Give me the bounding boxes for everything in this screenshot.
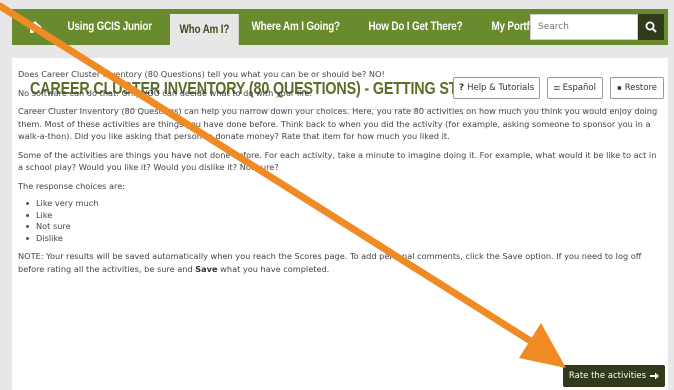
top-nav: Using GCIS Junior Who Am I? Where Am I G… bbox=[12, 9, 668, 45]
paragraph: No software can do that. Only YOU can de… bbox=[18, 87, 312, 98]
home-icon bbox=[28, 21, 42, 33]
list-item: Dislike bbox=[26, 233, 658, 245]
instructions-text: Does Career Cluster Inventory (80 Questi… bbox=[18, 68, 658, 281]
nav-where-am-i-going[interactable]: Where Am I Going? bbox=[242, 9, 349, 45]
bullet-icon bbox=[26, 213, 29, 217]
rate-activities-button[interactable]: Rate the activities bbox=[563, 365, 665, 387]
search-input[interactable] bbox=[530, 14, 638, 40]
search-box bbox=[530, 14, 664, 40]
paragraph: Does Career Cluster Inventory (80 Questi… bbox=[18, 69, 385, 79]
nav-using-gcis-junior[interactable]: Using GCIS Junior bbox=[58, 9, 161, 45]
list-item: Like very much bbox=[26, 198, 658, 210]
choice-label: Dislike bbox=[36, 232, 63, 243]
choice-label: Like very much bbox=[36, 198, 99, 208]
note-paragraph: NOTE: Your results will be saved automat… bbox=[18, 250, 658, 275]
nav-how-do-i-get-there[interactable]: How Do I Get There? bbox=[359, 9, 472, 45]
note-text: NOTE: Your results will be saved automat… bbox=[18, 251, 642, 274]
search-icon bbox=[645, 21, 657, 33]
bullet-icon bbox=[26, 225, 29, 229]
list-item: Not sure bbox=[26, 221, 658, 233]
note-save-emphasis: Save bbox=[195, 263, 218, 274]
nav-who-am-i[interactable]: Who Am I? bbox=[170, 14, 239, 45]
choice-label: Like bbox=[36, 209, 53, 220]
choice-label: Not sure bbox=[36, 221, 71, 231]
paragraph: Some of the activities are things you ha… bbox=[18, 149, 657, 173]
home-button[interactable] bbox=[12, 9, 58, 45]
note-text-end: what you have completed. bbox=[217, 263, 330, 274]
paragraph: The response choices are: bbox=[18, 180, 126, 191]
bullet-icon bbox=[26, 236, 29, 240]
search-button[interactable] bbox=[638, 14, 664, 40]
list-item: Like bbox=[26, 210, 658, 222]
arrow-right-icon bbox=[650, 372, 660, 380]
rate-activities-label: Rate the activities bbox=[568, 371, 647, 381]
bullet-icon bbox=[26, 202, 29, 206]
response-choices-list: Like very much Like Not sure Dislike bbox=[26, 198, 658, 244]
paragraph: Career Cluster Inventory (80 Questions) … bbox=[18, 106, 658, 141]
